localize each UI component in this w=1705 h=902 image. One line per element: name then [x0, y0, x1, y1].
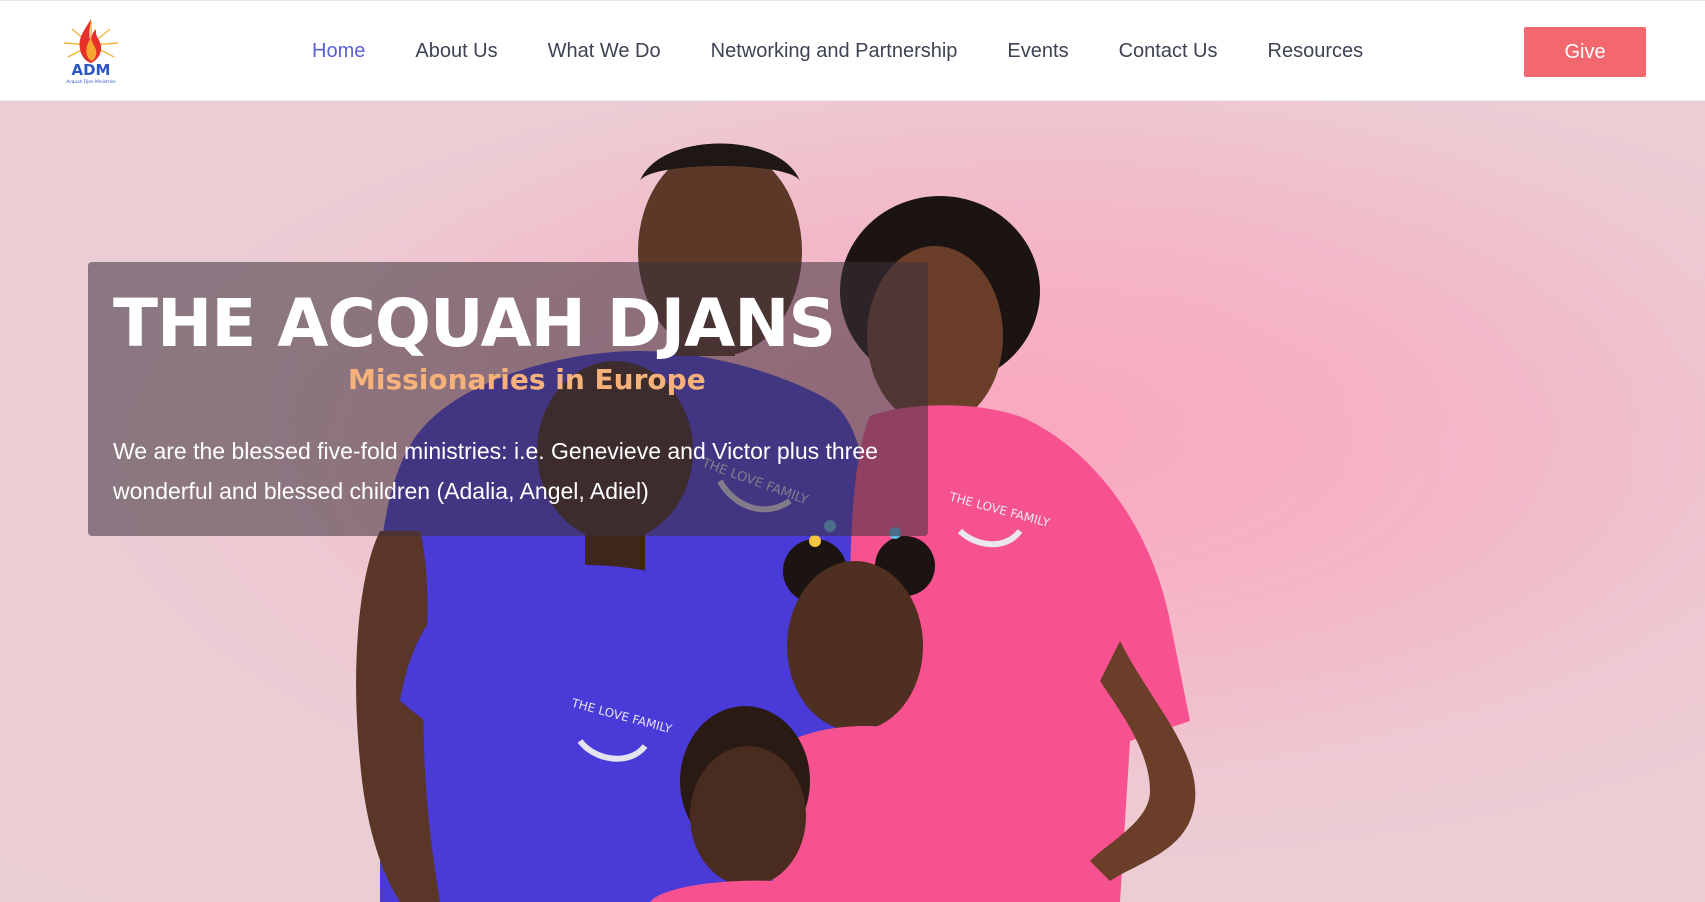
adm-flame-logo-icon: ADM Acquah Djan Ministries	[63, 19, 119, 85]
nav-item-about-us[interactable]: About Us	[415, 37, 497, 65]
main-nav: Home About Us What We Do Networking and …	[312, 37, 1413, 65]
nav-item-events[interactable]: Events	[1007, 37, 1068, 65]
hero-section: THE LOVE FAMILY THE LOVE FAMILY THE LOVE…	[0, 101, 1705, 902]
nav-item-home[interactable]: Home	[312, 37, 365, 65]
hero-description: We are the blessed five-fold ministries:…	[113, 438, 878, 504]
logo-subtext: Acquah Djan Ministries	[66, 79, 116, 85]
nav-item-networking-and-partnership[interactable]: Networking and Partnership	[711, 37, 958, 65]
nav-item-what-we-do[interactable]: What We Do	[548, 37, 661, 65]
logo-text: ADM	[72, 61, 111, 79]
nav-item-contact-us[interactable]: Contact Us	[1119, 37, 1218, 65]
site-header: ADM Acquah Djan Ministries Home About Us…	[0, 0, 1705, 101]
hero-subtitle: Missionaries in Europe	[348, 363, 706, 396]
hero-title: THE ACQUAH DJANS	[113, 285, 836, 362]
give-button[interactable]: Give	[1524, 27, 1646, 77]
adm-logo[interactable]: ADM Acquah Djan Ministries	[54, 15, 128, 89]
nav-item-resources[interactable]: Resources	[1268, 37, 1364, 65]
